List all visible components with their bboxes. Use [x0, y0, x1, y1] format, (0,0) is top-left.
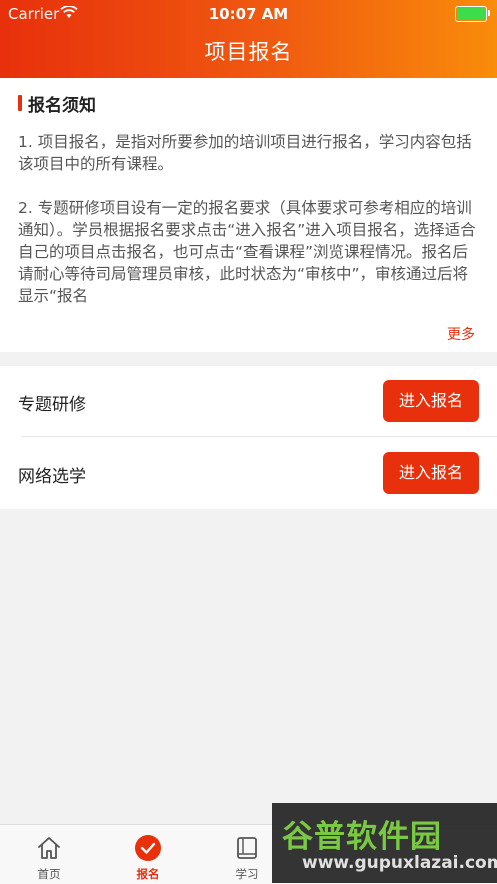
enroll-list: 专题研修 进入报名 网络选学 进入报名	[0, 366, 497, 509]
tab-label: 首页	[37, 867, 61, 881]
app-header: Carrier 10:07 AM 项目报名	[0, 0, 497, 78]
tab-enroll[interactable]: 报名	[107, 825, 189, 884]
home-icon	[38, 837, 60, 859]
enroll-button[interactable]: 进入报名	[383, 380, 479, 422]
book-icon	[237, 837, 257, 859]
notice-paragraph-2: 2. 专题研修项目设有一定的报名要求（具体要求可参考相应的培训通知）。学员根据报…	[18, 199, 476, 303]
tab-home[interactable]: 首页	[8, 825, 90, 884]
divider	[22, 436, 497, 437]
list-item-label: 网络选学	[18, 467, 86, 487]
notice-section: 报名须知 1. 项目报名，是指对所要参加的培训项目进行报名，学习内容包括该项目中…	[0, 78, 497, 352]
status-bar: Carrier 10:07 AM	[0, 0, 497, 26]
battery-icon	[455, 6, 490, 22]
watermark-url: www.gupuxlazai.com	[302, 853, 497, 873]
check-circle-icon	[135, 835, 161, 861]
watermark: 谷普软件园 www.gupuxlazai.com	[272, 803, 497, 883]
notice-body: 1. 项目报名，是指对所要参加的培训项目进行报名，学习内容包括该项目中的所有课程…	[18, 131, 478, 303]
tab-label: 报名	[136, 867, 160, 881]
list-item-label: 专题研修	[18, 395, 86, 415]
notice-title: 报名须知	[28, 96, 96, 116]
watermark-text: 谷普软件园	[282, 819, 442, 855]
section-marker	[18, 95, 22, 111]
list-item: 网络选学 进入报名	[0, 438, 497, 509]
more-link[interactable]: 更多	[447, 324, 475, 344]
status-time: 10:07 AM	[208, 5, 289, 23]
enroll-button[interactable]: 进入报名	[383, 452, 479, 494]
list-item: 专题研修 进入报名	[0, 366, 497, 437]
page-title: 项目报名	[204, 40, 293, 64]
notice-paragraph-1: 1. 项目报名，是指对所要参加的培训项目进行报名，学习内容包括该项目中的所有课程…	[18, 133, 472, 173]
